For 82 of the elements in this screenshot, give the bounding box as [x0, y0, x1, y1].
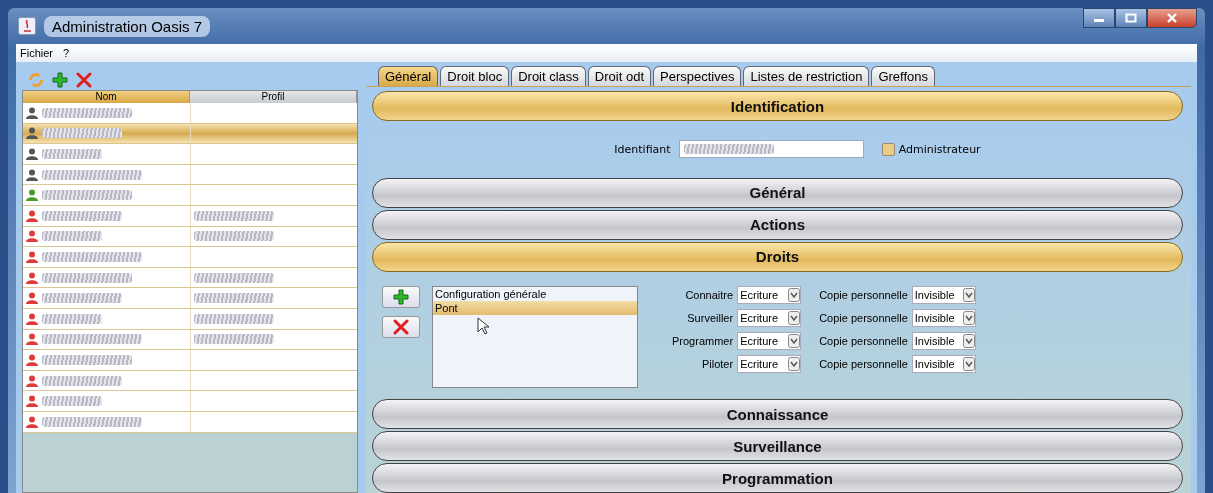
menu-item[interactable]: Fichier — [20, 47, 53, 59]
table-row[interactable] — [23, 144, 357, 165]
maximize-button[interactable] — [1115, 8, 1147, 28]
window-title: Administration Oasis 7 — [44, 15, 211, 37]
tab[interactable]: Perspectives — [653, 66, 742, 86]
delete-icon — [393, 318, 409, 335]
section-header[interactable]: Actions — [372, 209, 1183, 240]
tab[interactable]: Greffons — [871, 66, 936, 86]
table-row[interactable] — [23, 411, 357, 433]
close-button[interactable] — [1147, 8, 1197, 28]
table-row[interactable] — [23, 267, 357, 289]
column-header[interactable]: Profil — [190, 91, 357, 103]
caret-icon — [788, 333, 801, 348]
caret-icon — [962, 356, 975, 371]
table-row[interactable] — [23, 226, 357, 248]
dropdown[interactable]: Ecriture — [737, 308, 802, 327]
table-row[interactable] — [23, 370, 357, 392]
field-label: Connaitre — [684, 288, 734, 301]
add-icon[interactable] — [52, 72, 68, 88]
add-icon — [393, 288, 409, 305]
dropdown[interactable]: Ecriture — [737, 285, 802, 304]
table-row[interactable] — [23, 185, 357, 206]
dropdown[interactable]: Invisible — [911, 331, 976, 350]
app-icon — [18, 17, 36, 35]
caret-icon — [962, 333, 975, 348]
caret-icon — [788, 356, 801, 371]
field-label: Copie personnelle — [819, 357, 908, 370]
table-row[interactable] — [23, 350, 357, 371]
field-label: Copie personnelle — [819, 311, 908, 324]
list-item[interactable]: Pont — [433, 300, 637, 315]
administrator-checkbox[interactable]: Administrateur — [881, 142, 981, 156]
table-row[interactable] — [23, 164, 357, 186]
table-row[interactable] — [23, 103, 357, 124]
list-item[interactable]: Configuration générale — [433, 286, 637, 301]
dropdown[interactable]: Invisible — [911, 354, 976, 373]
section-header[interactable]: Général — [372, 177, 1183, 208]
table-row[interactable] — [23, 123, 357, 145]
redacted-text — [42, 396, 102, 407]
field-label: Copie personnelle — [819, 334, 908, 347]
dropdown[interactable]: Ecriture — [737, 331, 802, 350]
tab[interactable]: Général — [378, 66, 439, 86]
menu-item[interactable]: ? — [63, 47, 70, 59]
table-row[interactable] — [23, 391, 357, 412]
input-field[interactable] — [678, 140, 864, 159]
caret-icon — [962, 287, 975, 302]
minimize-button[interactable] — [1083, 8, 1115, 28]
tab[interactable]: Droit odt — [587, 66, 651, 86]
redacted-text — [42, 149, 102, 159]
field-label: Copie personnelle — [819, 288, 908, 301]
section-header[interactable]: Connaissance — [372, 399, 1183, 429]
column-header[interactable]: Nom — [23, 91, 190, 103]
section-header[interactable]: Droits — [372, 241, 1183, 272]
redacted-text — [42, 231, 102, 242]
redacted-text — [42, 313, 102, 324]
field-label: Surveiller — [686, 311, 734, 324]
field-label: Programmer — [672, 334, 734, 347]
tab[interactable]: Droit class — [511, 66, 586, 86]
caret-icon — [962, 310, 975, 325]
field-label: Piloter — [700, 357, 734, 370]
maximize-icon — [1125, 13, 1137, 23]
delete-button[interactable] — [382, 315, 420, 338]
section-header[interactable]: Identification — [372, 91, 1183, 121]
table-row[interactable] — [23, 205, 357, 227]
dropdown[interactable]: Invisible — [911, 285, 976, 304]
table-row[interactable] — [23, 247, 357, 268]
caret-icon — [788, 310, 801, 325]
dropdown[interactable]: Invisible — [911, 308, 976, 327]
caret-icon — [788, 287, 801, 302]
table-row[interactable] — [23, 288, 357, 309]
field-label: Identifiant — [614, 142, 671, 156]
tab[interactable]: Droit bloc — [440, 66, 510, 86]
add-button[interactable] — [382, 285, 420, 308]
section-header[interactable]: Surveillance — [372, 431, 1183, 461]
section-header[interactable]: Programmation — [372, 463, 1183, 493]
close-icon — [1166, 13, 1178, 23]
table-row[interactable] — [23, 308, 357, 330]
mouse-cursor-icon — [477, 316, 489, 335]
table-row[interactable] — [23, 329, 357, 351]
tab[interactable]: Listes de restriction — [743, 66, 870, 86]
delete-icon[interactable] — [76, 72, 92, 88]
dropdown[interactable]: Ecriture — [737, 354, 802, 373]
refresh-icon[interactable] — [28, 72, 44, 88]
